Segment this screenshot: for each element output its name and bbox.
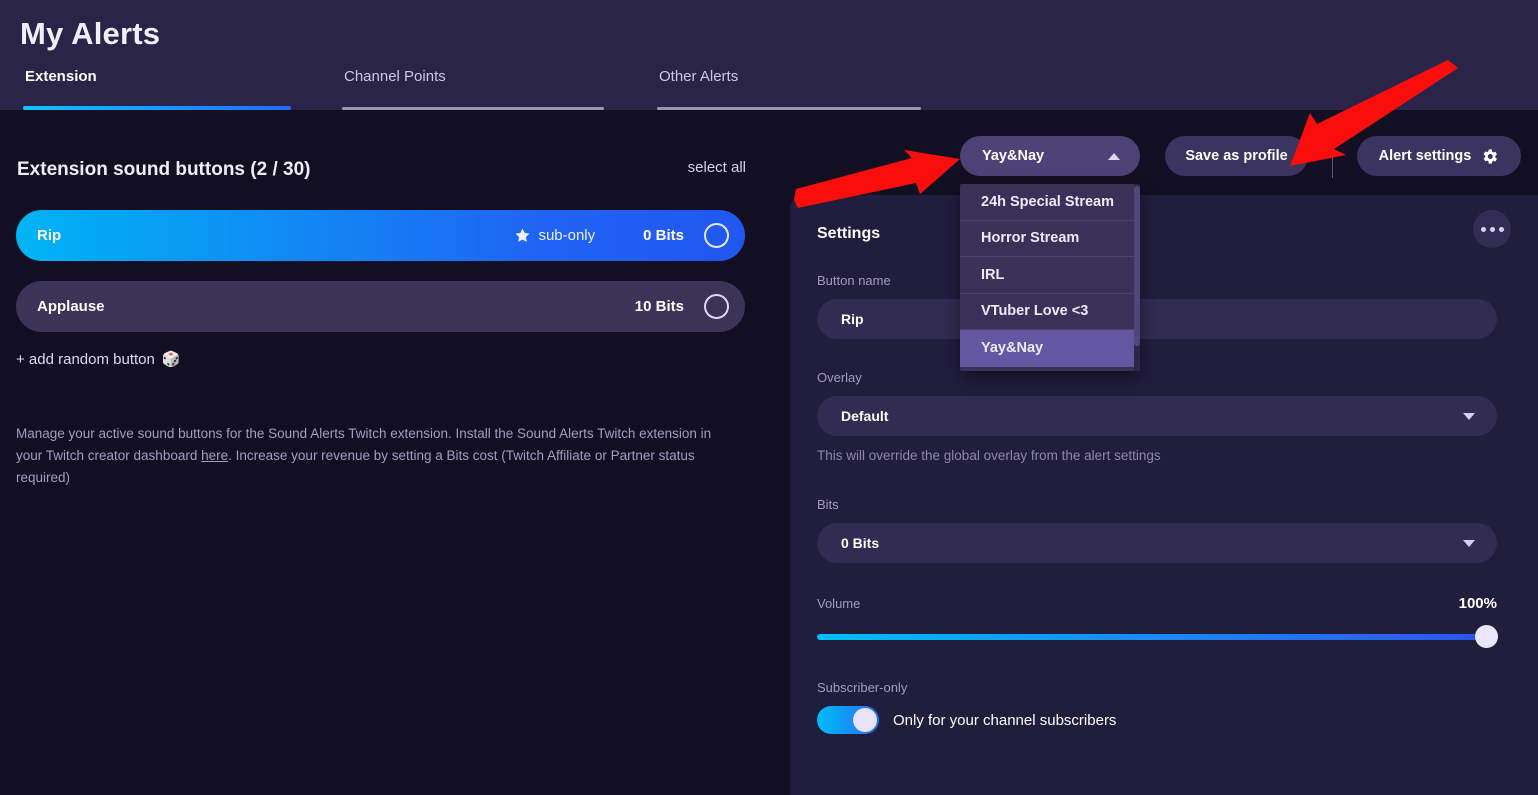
sub-only-label: sub-only xyxy=(538,227,596,244)
chevron-down-icon xyxy=(1463,413,1475,420)
chevron-up-icon xyxy=(1108,153,1120,160)
dropdown-option-label: Horror Stream xyxy=(981,230,1080,247)
dropdown-option-label: Yay&Nay xyxy=(981,340,1044,357)
button-name-field: Button name Rip xyxy=(817,273,1497,339)
sound-button-bits: 0 Bits xyxy=(643,227,684,244)
volume-slider[interactable] xyxy=(817,625,1498,648)
toggle-knob xyxy=(853,708,877,732)
chevron-down-icon xyxy=(1463,540,1475,547)
volume-slider-track xyxy=(817,634,1497,640)
profile-dropdown-menu[interactable]: 24h Special Stream Horror Stream IRL VTu… xyxy=(960,184,1140,371)
overlay-value: Default xyxy=(841,408,889,424)
sound-button-list: Rip sub-only 0 Bits Applause 10 Bits xyxy=(16,210,745,352)
page-header: My Alerts Extension Channel Points Other… xyxy=(0,0,1538,110)
bits-select[interactable]: 0 Bits xyxy=(817,523,1497,563)
sound-button-select-circle[interactable] xyxy=(704,223,729,248)
subscriber-only-text: Only for your channel subscribers xyxy=(893,711,1117,729)
bits-value: 0 Bits xyxy=(841,535,880,551)
sound-buttons-panel: Extension sound buttons (2 / 30) select … xyxy=(0,110,790,795)
profile-select-value: Yay&Nay xyxy=(982,148,1045,164)
tab-other-alerts-label: Other Alerts xyxy=(659,68,739,85)
sound-button-name: Rip xyxy=(37,227,62,244)
page-title: My Alerts xyxy=(20,16,161,51)
here-link[interactable]: here xyxy=(201,448,228,463)
overlay-label: Overlay xyxy=(817,370,862,385)
settings-panel: Settings Button name Rip Overlay Default… xyxy=(790,195,1538,795)
gear-icon xyxy=(1483,148,1498,164)
profile-select[interactable]: Yay&Nay xyxy=(960,136,1140,176)
settings-title: Settings xyxy=(817,225,881,242)
tab-channel-points-label: Channel Points xyxy=(344,68,446,85)
subscriber-only-label: Subscriber-only xyxy=(817,680,908,695)
dropdown-option-label: VTuber Love <3 xyxy=(981,303,1089,320)
dropdown-option[interactable]: IRL xyxy=(960,257,1140,294)
button-name-input[interactable]: Rip xyxy=(817,299,1497,339)
subscriber-only-row: Only for your channel subscribers xyxy=(817,706,1497,734)
dropdown-option[interactable]: VTuber Love <3 xyxy=(960,294,1140,330)
sound-button-name: Applause xyxy=(37,298,105,315)
dropdown-option[interactable]: 24h Special Stream xyxy=(960,184,1140,221)
tab-extension-label: Extension xyxy=(25,68,97,85)
alert-settings-button[interactable]: Alert settings xyxy=(1357,136,1521,176)
alert-settings-label: Alert settings xyxy=(1378,148,1472,164)
dice-icon: 🎲 xyxy=(161,351,181,368)
tab-other-alerts[interactable]: Other Alerts xyxy=(657,68,921,110)
save-as-profile-label: Save as profile xyxy=(1185,148,1288,164)
sound-button-row[interactable]: Rip sub-only 0 Bits xyxy=(16,210,745,261)
bits-label: Bits xyxy=(817,497,839,512)
dropdown-option[interactable]: Horror Stream xyxy=(960,221,1140,257)
subscriber-only-toggle[interactable] xyxy=(817,706,879,734)
save-as-profile-button[interactable]: Save as profile xyxy=(1165,136,1308,176)
volume-label: Volume xyxy=(817,596,861,611)
volume-header: Volume 100% xyxy=(817,595,1497,612)
sound-button-bits: 10 Bits xyxy=(634,298,684,315)
dropdown-option-selected[interactable]: Yay&Nay xyxy=(960,330,1140,367)
volume-slider-knob[interactable] xyxy=(1475,625,1498,648)
sound-button-select-circle[interactable] xyxy=(704,294,729,319)
dropdown-scrollbar-thumb[interactable] xyxy=(1134,186,1140,346)
overlay-hint: This will override the global overlay fr… xyxy=(817,448,1161,463)
dropdown-option-label: IRL xyxy=(981,266,1005,283)
toolbar-divider xyxy=(1332,138,1333,178)
overlay-field: Overlay Default This will override the g… xyxy=(817,370,1497,463)
sound-button-row[interactable]: Applause 10 Bits xyxy=(16,281,745,332)
button-name-value: Rip xyxy=(841,311,864,327)
add-random-label: + add random button xyxy=(16,350,155,368)
tab-bar: Extension Channel Points Other Alerts xyxy=(0,68,1538,110)
app-root: My Alerts Extension Channel Points Other… xyxy=(0,0,1538,795)
volume-field: Volume 100% xyxy=(817,595,1498,648)
subscriber-only-field: Subscriber-only Only for your channel su… xyxy=(817,680,1497,734)
tab-extension[interactable]: Extension xyxy=(23,68,291,110)
add-random-button[interactable]: + add random button 🎲 xyxy=(16,350,181,369)
toolbar: Yay&Nay Save as profile Alert settings xyxy=(0,110,1538,180)
button-name-label: Button name xyxy=(817,273,891,288)
tab-channel-points[interactable]: Channel Points xyxy=(342,68,604,110)
panel-description: Manage your active sound buttons for the… xyxy=(16,423,716,489)
overlay-select[interactable]: Default xyxy=(817,396,1497,436)
bits-field: Bits 0 Bits xyxy=(817,497,1497,563)
dropdown-scrollbar[interactable] xyxy=(1134,184,1140,371)
volume-value: 100% xyxy=(1458,595,1497,612)
dropdown-option-label: 24h Special Stream xyxy=(981,193,1114,210)
more-options-icon[interactable] xyxy=(1473,210,1511,248)
sub-only-badge: sub-only xyxy=(514,227,595,244)
star-icon xyxy=(515,228,530,242)
